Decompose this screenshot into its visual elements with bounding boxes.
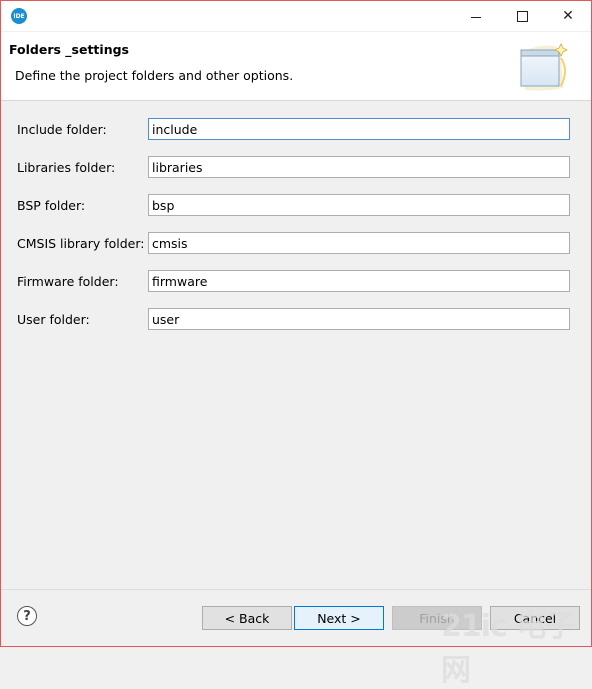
next-button[interactable]: Next > (294, 606, 384, 630)
form-row-firmware: Firmware folder: (1, 270, 591, 294)
form-row-include: Include folder: (1, 118, 591, 142)
bsp-folder-input[interactable] (148, 194, 570, 216)
firmware-folder-input[interactable] (148, 270, 570, 292)
back-button[interactable]: < Back (202, 606, 292, 630)
cmsis-library-folder-label: CMSIS library folder: (17, 236, 145, 251)
user-folder-label: User folder: (17, 312, 90, 327)
close-button[interactable]: ✕ (545, 1, 591, 31)
wizard-banner-icon (520, 43, 568, 91)
cmsis-library-folder-input[interactable] (148, 232, 570, 254)
footer-divider (1, 589, 591, 590)
page-description: Define the project folders and other opt… (15, 68, 294, 83)
user-folder-input[interactable] (148, 308, 570, 330)
watermark-logo: 21ic 电子网 (441, 609, 575, 688)
close-icon: ✕ (562, 8, 574, 24)
minimize-button[interactable] (453, 1, 499, 31)
libraries-folder-label: Libraries folder: (17, 160, 116, 175)
wizard-window: IDE ✕ Folders _settings Define the proje… (0, 0, 592, 688)
form-row-user: User folder: (1, 308, 591, 332)
title-bar: IDE ✕ (1, 1, 591, 31)
include-folder-label: Include folder: (17, 122, 107, 137)
help-icon: ? (23, 608, 31, 624)
minimize-icon (471, 16, 481, 18)
include-folder-input[interactable] (148, 118, 570, 140)
help-button[interactable]: ? (17, 606, 37, 626)
form-row-bsp: BSP folder: (1, 194, 591, 218)
libraries-folder-input[interactable] (148, 156, 570, 178)
maximize-button[interactable] (499, 1, 545, 31)
wizard-header: Folders _settings Define the project fol… (1, 32, 591, 101)
app-icon: IDE (11, 8, 27, 24)
page-title: Folders _settings (9, 42, 129, 57)
maximize-icon (516, 10, 528, 22)
firmware-folder-label: Firmware folder: (17, 274, 119, 289)
form-row-cmsis: CMSIS library folder: (1, 232, 591, 256)
bsp-folder-label: BSP folder: (17, 198, 86, 213)
form-row-libraries: Libraries folder: (1, 156, 591, 180)
